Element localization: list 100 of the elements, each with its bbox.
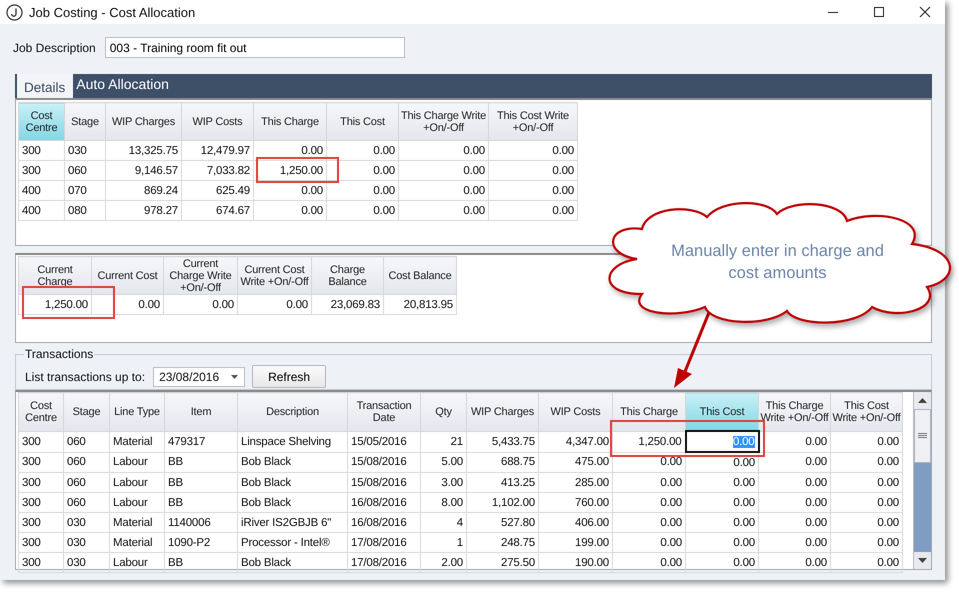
refresh-button[interactable]: Refresh: [252, 365, 326, 388]
column-header[interactable]: This Cost: [686, 392, 758, 431]
column-header[interactable]: Item: [164, 392, 238, 431]
column-header[interactable]: This Charge Write +On/-Off: [398, 102, 488, 140]
table-cell: 400: [18, 180, 64, 200]
table-cell: 3.00: [420, 472, 466, 492]
table-cell: 16/08/2016: [348, 512, 420, 532]
tab[interactable]: Auto Allocation: [73, 74, 173, 98]
table-cell: 0.00: [758, 431, 830, 452]
table-cell: Material: [110, 512, 164, 532]
table-cell: 0.00: [612, 492, 686, 512]
table-cell: 12,479.97: [182, 140, 254, 160]
table-cell: 9,146.57: [106, 160, 182, 180]
column-header[interactable]: This Charge: [254, 102, 326, 140]
column-header: Cost Balance: [384, 256, 456, 294]
column-header[interactable]: WIP Costs: [182, 102, 254, 140]
column-header[interactable]: Description: [238, 392, 348, 431]
table-cell: 0.00: [758, 512, 830, 532]
column-header[interactable]: Line Type: [110, 392, 164, 431]
table-cell: 1,102.00: [466, 492, 538, 512]
field-label: List transactions up to:: [25, 370, 146, 384]
column-header[interactable]: This Charge: [612, 392, 686, 431]
table-cell: 0.00: [398, 200, 488, 220]
table-cell: 0.00: [758, 452, 830, 472]
scrollbar[interactable]: [913, 392, 931, 569]
table-cell: 0.00: [612, 552, 686, 572]
tab[interactable]: Details: [17, 74, 74, 98]
table-cell: BB: [164, 452, 238, 472]
table-cell: 0.00: [488, 160, 578, 180]
column-header[interactable]: This Cost: [326, 102, 398, 140]
table-cell: 0.00: [686, 552, 758, 572]
table-cell: 0.00: [488, 200, 578, 220]
table-cell: 300: [18, 512, 64, 532]
column-header[interactable]: This Cost Write +On/-Off: [830, 392, 902, 431]
table-cell: 0.00: [830, 472, 902, 492]
table-cell: 15/05/2016: [348, 431, 420, 452]
column-header[interactable]: Qty: [420, 392, 466, 431]
column-header[interactable]: Transaction Date: [348, 392, 420, 431]
table-cell: 400: [18, 200, 64, 220]
table-cell: 0.00: [758, 532, 830, 552]
table-cell: Bob Black: [238, 552, 348, 572]
column-header[interactable]: WIP Costs: [538, 392, 612, 431]
table-cell: 1140006: [164, 512, 238, 532]
table-cell: 060: [64, 452, 110, 472]
table-cell: 300: [18, 492, 64, 512]
table-cell: Labour: [110, 552, 164, 572]
table-cell: 17/08/2016: [348, 532, 420, 552]
table-cell: 21: [420, 431, 466, 452]
table-cell: 5.00: [420, 452, 466, 472]
column-header[interactable]: Stage: [64, 392, 110, 431]
close-icon[interactable]: [919, 6, 931, 18]
table-cell: 16/08/2016: [348, 492, 420, 512]
table-cell: 060: [64, 431, 110, 452]
table-cell: 0.00: [758, 472, 830, 492]
table-cell: 0.00: [612, 472, 686, 492]
table-cell: 030: [64, 140, 106, 160]
table-cell: 527.80: [466, 512, 538, 532]
date-dropdown[interactable]: 23/08/2016: [153, 366, 246, 386]
table-cell: 0.00: [686, 452, 758, 472]
table-cell: 5,433.75: [466, 431, 538, 452]
table-cell: 15/08/2016: [348, 452, 420, 472]
table-cell: 0.00: [830, 512, 902, 532]
table-cell: 060: [64, 160, 106, 180]
column-header[interactable]: WIP Charges: [106, 102, 182, 140]
table-cell: 0.00: [830, 431, 902, 452]
table-cell: Linspace Shelving: [238, 431, 348, 452]
table-cell: 0.00: [164, 294, 238, 314]
table-cell: Bob Black: [238, 472, 348, 492]
column-header: Current Charge: [18, 256, 92, 294]
table-cell: 275.50: [466, 552, 538, 572]
table-cell: 479317: [164, 431, 238, 452]
scroll-down-icon[interactable]: [918, 558, 927, 563]
column-header[interactable]: Cost Centre: [18, 102, 64, 140]
table-cell: 0.00: [758, 492, 830, 512]
table-cell: Processor - Intel®: [238, 532, 348, 552]
column-header[interactable]: This Cost Write +On/-Off: [488, 102, 578, 140]
table-cell: 0.00: [326, 200, 398, 220]
scroll-up-icon[interactable]: [918, 398, 927, 403]
field-label: Job Description: [13, 40, 96, 54]
table-cell: 070: [64, 180, 106, 200]
column-header[interactable]: Cost Centre: [18, 392, 64, 431]
table-cell: 0.00: [92, 294, 164, 314]
table-cell: 300: [18, 532, 64, 552]
group-title: Transactions: [24, 347, 94, 361]
column-header[interactable]: WIP Charges: [466, 392, 538, 431]
table-cell: 300: [18, 552, 64, 572]
table-cell: 0.00: [830, 492, 902, 512]
table-cell: 0.00: [326, 140, 398, 160]
job-description-field[interactable]: 003 - Training room fit out: [104, 37, 405, 58]
table-cell: 869.24: [106, 180, 182, 200]
maximize-icon[interactable]: [873, 6, 885, 18]
table-cell: 0.00: [254, 180, 326, 200]
table-cell: 0.00: [488, 140, 578, 160]
table-cell: 406.00: [538, 512, 612, 532]
column-header[interactable]: This Charge Write +On/-Off: [758, 392, 830, 431]
table-cell: 2.00: [420, 552, 466, 572]
column-header[interactable]: Stage: [64, 102, 106, 140]
grip-icon[interactable]: [918, 433, 927, 439]
table-cell: 0.00: [398, 140, 488, 160]
table-cell: 0.00: [612, 452, 686, 472]
